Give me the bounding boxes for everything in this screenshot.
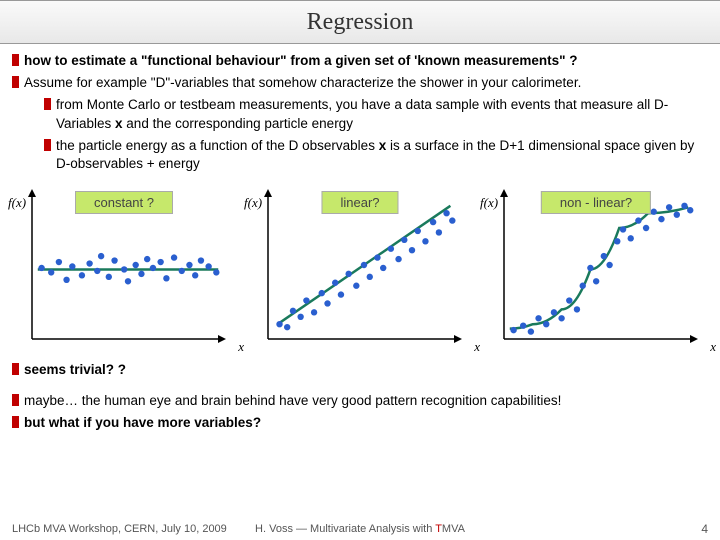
slide-title: Regression (0, 0, 720, 44)
bullet-icon (12, 363, 19, 375)
footer-center: H. Voss ― Multivariate Analysis with TMV… (255, 523, 465, 535)
after-charts: seems trivial? ? maybe… the human eye an… (0, 353, 720, 432)
bullet-2b: the particle energy as a function of the… (56, 137, 708, 173)
bullet-icon (44, 139, 51, 151)
slide-body: how to estimate a "functional behaviour"… (0, 44, 720, 173)
y-axis-label: f(x) (480, 195, 498, 211)
footer-left: LHCb MVA Workshop, CERN, July 10, 2009 (12, 523, 227, 535)
bullet-2: Assume for example "D"-variables that so… (24, 74, 581, 92)
bullet-icon (12, 76, 19, 88)
chart-tag-constant: constant ? (75, 191, 173, 214)
charts-container: f(x) constant ? x f(x) linear? x f(x) no… (0, 177, 720, 353)
chart-linear: f(x) linear? x (246, 183, 474, 353)
bullet-icon (12, 394, 19, 406)
chart-nonlinear: f(x) non - linear? x (482, 183, 710, 353)
bullet-4: maybe… the human eye and brain behind ha… (24, 392, 561, 410)
bullet-1: how to estimate a "functional behaviour"… (24, 52, 578, 70)
x-axis-label: x (238, 339, 244, 355)
bullet-2a: from Monte Carlo or testbeam measurement… (56, 96, 708, 132)
slide-footer: LHCb MVA Workshop, CERN, July 10, 2009 H… (0, 522, 720, 536)
bullet-3: seems trivial? ? (24, 361, 126, 379)
bullet-icon (44, 98, 51, 110)
bullet-icon (12, 416, 19, 428)
x-axis-label: x (710, 339, 716, 355)
chart-tag-linear: linear? (321, 191, 398, 214)
page-number: 4 (701, 522, 708, 536)
bullet-5: but what if you have more variables? (24, 414, 261, 432)
chart-tag-nonlinear: non - linear? (541, 191, 651, 214)
y-axis-label: f(x) (8, 195, 26, 211)
chart-constant: f(x) constant ? x (10, 183, 238, 353)
x-axis-label: x (474, 339, 480, 355)
y-axis-label: f(x) (244, 195, 262, 211)
bullet-icon (12, 54, 19, 66)
